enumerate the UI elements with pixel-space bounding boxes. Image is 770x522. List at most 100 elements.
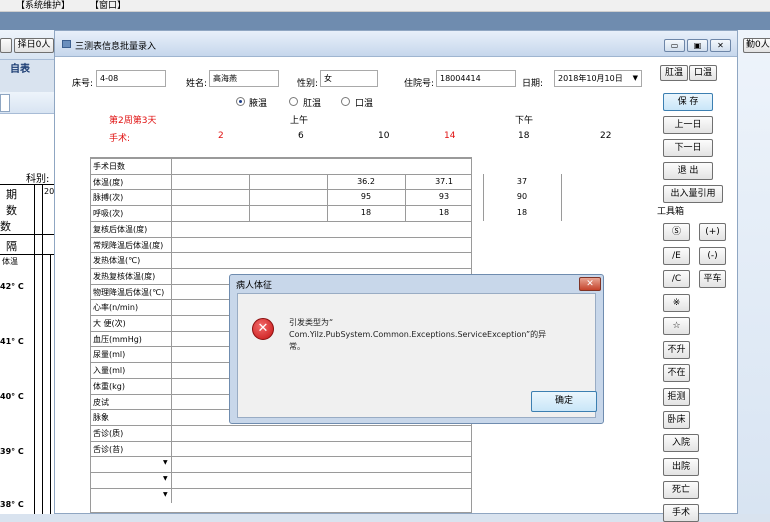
chart-gridline	[0, 254, 56, 255]
action-button-2[interactable]: 下一日	[663, 139, 713, 157]
restore-button[interactable]: ▣	[687, 39, 708, 52]
grid-row-label: 舌诊(苔)	[93, 444, 124, 454]
tool-button[interactable]: 不在	[663, 364, 690, 382]
close-button[interactable]: ✕	[710, 39, 731, 52]
grid-row-label: 尿量(ml)	[93, 350, 126, 360]
tool-button[interactable]: /C	[663, 270, 690, 288]
chart-row-label-interval: 隔	[6, 240, 17, 253]
dialog-message-line1: 引发类型为“	[289, 318, 334, 327]
rectal-temp-button[interactable]: 肛温	[660, 65, 688, 81]
error-dialog: 病人体征 ✕ ✕ 引发类型为“ Com.Yilz.PubSystem.Commo…	[229, 274, 604, 424]
chart-column-value: 20	[44, 187, 55, 196]
respiration-cell[interactable]: 18	[486, 208, 558, 217]
respiration-cell[interactable]: 18	[408, 208, 480, 217]
grid-row-divider	[91, 158, 471, 159]
grid-row-label: 大 便(次)	[93, 319, 126, 328]
period-pm: 下午	[515, 116, 534, 126]
week-info: 第2周第3天	[109, 116, 157, 126]
pulse-cell[interactable]: 90	[486, 192, 558, 201]
radio-oral-temp[interactable]	[341, 97, 350, 106]
action-button-3[interactable]: 退 出	[663, 162, 713, 180]
tool-button[interactable]: 手术	[663, 504, 699, 522]
chevron-down-icon[interactable]: ▼	[633, 71, 638, 86]
chart-row-label-period: 期	[6, 188, 17, 201]
toolbar-button-select-day[interactable]: 择日0人	[14, 38, 54, 53]
date-value: 2018年10月10日	[558, 74, 623, 83]
hour-label: 18	[518, 131, 530, 141]
tool-button[interactable]: ※	[663, 294, 690, 312]
temp-tick-41: 41° C	[0, 337, 24, 346]
tool-button[interactable]: 卧床	[663, 411, 690, 429]
grid-column-divider	[483, 173, 484, 221]
ok-button[interactable]: 确定	[531, 391, 597, 412]
grid-row-label: 舌诊(质)	[93, 428, 124, 438]
action-button-0[interactable]: 保 存	[663, 93, 713, 111]
grid-row-divider	[91, 472, 471, 473]
menu-system-maintenance[interactable]: 【系统维护】	[16, 0, 70, 11]
chart-gridline	[0, 234, 56, 235]
grid-row-label: 脉搏(次)	[93, 193, 124, 203]
dept-label: 科别:	[26, 174, 50, 185]
name-label: 姓名:	[186, 79, 208, 89]
grid-row-divider	[91, 173, 471, 175]
temperature-cell[interactable]: 36.2	[330, 177, 402, 186]
background-tab[interactable]	[0, 94, 10, 112]
error-icon: ✕	[252, 318, 274, 340]
hour-label: 6	[298, 131, 304, 141]
hour-label: 14	[444, 131, 456, 141]
toolbar-button-partial[interactable]	[0, 38, 12, 53]
respiration-cell[interactable]: 18	[330, 208, 402, 217]
pulse-cell[interactable]: 93	[408, 192, 480, 201]
tool-button[interactable]: (+)	[699, 223, 726, 241]
radio-axillary-temp[interactable]	[236, 97, 245, 106]
temperature-cell[interactable]: 37.1	[408, 177, 480, 186]
grid-row-label: 呼吸(次)	[93, 209, 124, 219]
pulse-cell[interactable]: 95	[330, 192, 402, 201]
grid-column-divider	[561, 173, 562, 221]
surgery-label: 手术:	[109, 134, 131, 144]
grid-row-divider	[91, 252, 471, 254]
chart-row-label-temperature: 体温	[2, 257, 18, 266]
tool-button[interactable]: ☆	[663, 317, 690, 335]
grid-row-divider	[91, 205, 471, 207]
action-button-1[interactable]: 上一日	[663, 116, 713, 134]
chevron-down-icon[interactable]: ▼	[163, 491, 168, 498]
grid-row-label: 心率(n/min)	[93, 303, 139, 313]
dialog-close-button[interactable]: ✕	[579, 277, 601, 291]
chevron-down-icon[interactable]: ▼	[163, 475, 168, 482]
admission-field[interactable]: 18004414	[436, 70, 516, 87]
grid-row-label: 皮试	[93, 397, 109, 407]
minimize-button[interactable]: ▭	[664, 39, 685, 52]
date-picker[interactable]: 2018年10月10日 ▼	[554, 70, 642, 87]
grid-row-label: 体温(度)	[93, 177, 124, 187]
name-field[interactable]: 高海燕	[209, 70, 279, 87]
batch-entry-window: 三测表信息批量录入 ▭ ▣ ✕ 床号: 4-08 姓名: 高海燕 性别: 女 住…	[54, 30, 738, 522]
grid-row-divider	[91, 189, 471, 191]
grid-row-label: 发热体温(℃)	[93, 256, 141, 266]
tool-button[interactable]: 入院	[663, 434, 699, 452]
grid-row-label: 体重(kg)	[93, 381, 125, 391]
tool-button[interactable]: /E	[663, 247, 690, 265]
tool-button[interactable]: 死亡	[663, 481, 699, 499]
gender-field[interactable]: 女	[320, 70, 378, 87]
dialog-content: ✕ 引发类型为“ Com.Yilz.PubSystem.Common.Excep…	[237, 293, 597, 418]
background-right-panel: 勤0人	[737, 30, 770, 514]
bed-field[interactable]: 4-08	[96, 70, 166, 87]
temperature-cell[interactable]: 37	[486, 177, 558, 186]
grid-row-label: 手术日数	[93, 162, 125, 171]
action-button-4[interactable]: 出入量引用	[663, 185, 723, 203]
menu-window[interactable]: 【窗口】	[90, 0, 126, 11]
radio-rectal-temp[interactable]	[289, 97, 298, 106]
radio-oral-label: 口温	[355, 99, 374, 109]
tool-button[interactable]: Ⓢ	[663, 223, 690, 241]
tool-button[interactable]: (-)	[699, 247, 726, 265]
tool-button[interactable]: 平车	[699, 270, 726, 288]
dialog-title: 病人体征	[236, 281, 273, 291]
tool-button[interactable]: 拒测	[663, 388, 690, 406]
tool-button[interactable]: 不升	[663, 341, 690, 359]
temp-tick-39: 39° C	[0, 447, 24, 456]
chevron-down-icon[interactable]: ▼	[163, 459, 168, 466]
oral-temp-button[interactable]: 口温	[689, 65, 717, 81]
toolbar-button-right-partial[interactable]: 勤0人	[743, 38, 770, 53]
tool-button[interactable]: 出院	[663, 458, 699, 476]
